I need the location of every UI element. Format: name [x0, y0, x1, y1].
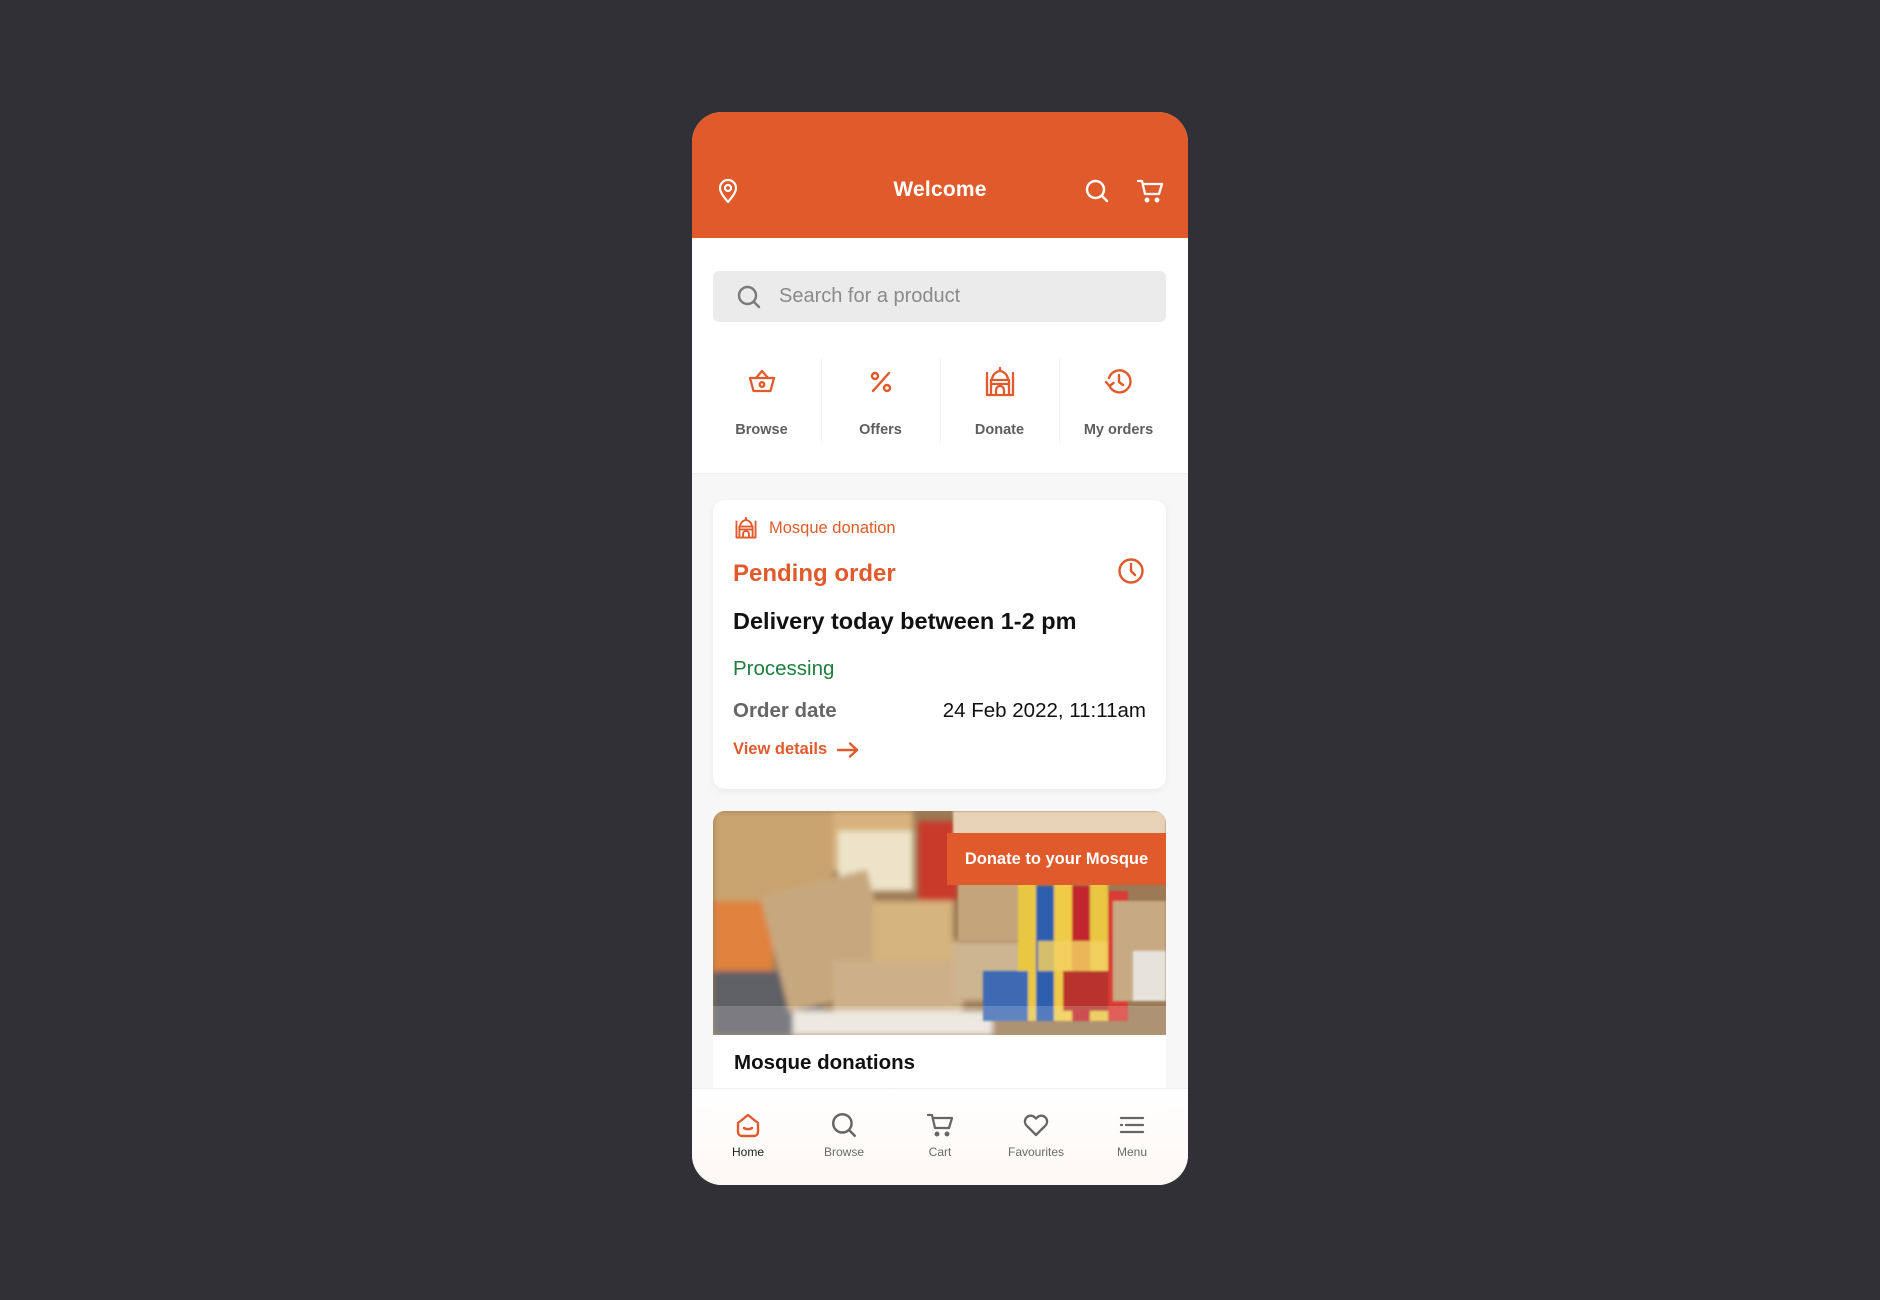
view-details-link[interactable]: View details [733, 740, 861, 759]
mosque-icon [733, 516, 759, 540]
quick-action-label: Donate [974, 422, 1025, 438]
pending-order-card[interactable]: Mosque donation Pending order Delivery t… [713, 500, 1166, 789]
view-details-label: View details [733, 740, 828, 758]
tab-label: Favourites [1007, 1145, 1065, 1159]
order-category: Mosque donation [733, 516, 896, 540]
top-section: Browse Offers [692, 238, 1188, 474]
order-date-label: Order date [733, 699, 837, 722]
tab-label: Browse [823, 1145, 864, 1159]
search-icon [829, 1110, 859, 1140]
basket-icon [744, 364, 780, 400]
order-title: Pending order [733, 560, 896, 587]
mosque-donation-promo[interactable]: Donate to your Mosque Mosque donations [713, 811, 1166, 1111]
menu-icon [1117, 1110, 1147, 1140]
tab-favourites[interactable]: Favourites [988, 1089, 1084, 1185]
quick-action-label: My orders [1083, 422, 1154, 438]
quick-action-label: Browse [735, 422, 788, 438]
home-icon [733, 1110, 763, 1140]
search-input[interactable] [779, 285, 1139, 308]
percent-icon [863, 364, 899, 400]
search-bar[interactable] [713, 271, 1166, 322]
tab-home[interactable]: Home [700, 1089, 796, 1185]
bottom-tab-bar: Home Browse Cart Favourites Menu [692, 1088, 1188, 1185]
order-status: Processing [733, 657, 835, 680]
delivery-window: Delivery today between 1-2 pm [733, 608, 1077, 634]
search-icon [735, 283, 763, 311]
cart-icon [925, 1110, 955, 1140]
quick-action-label: Offers [859, 422, 902, 438]
tab-menu[interactable]: Menu [1084, 1089, 1180, 1185]
cart-icon[interactable] [1136, 177, 1164, 205]
order-category-label: Mosque donation [769, 518, 896, 537]
page-title: Welcome [893, 178, 987, 201]
tab-browse[interactable]: Browse [796, 1089, 892, 1185]
search-icon[interactable] [1083, 177, 1111, 205]
app-header: Welcome [692, 112, 1188, 238]
quick-action-browse[interactable]: Browse [702, 348, 821, 458]
donation-boxes-image: Donate to your Mosque [713, 811, 1166, 1035]
quick-action-offers[interactable]: Offers [821, 348, 940, 458]
quick-action-donate[interactable]: Donate [940, 348, 1059, 458]
tab-label: Cart [928, 1145, 952, 1159]
promo-title: Mosque donations [734, 1051, 916, 1074]
order-date-value: 24 Feb 2022, 11:11am [942, 699, 1146, 722]
tab-cart[interactable]: Cart [892, 1089, 988, 1185]
arrow-right-icon [837, 741, 861, 759]
mosque-icon [982, 364, 1018, 400]
history-icon [1101, 364, 1137, 400]
quick-action-my-orders[interactable]: My orders [1059, 348, 1178, 458]
heart-icon [1021, 1110, 1051, 1140]
donate-to-mosque-tag[interactable]: Donate to your Mosque [947, 833, 1166, 885]
clock-icon [1116, 556, 1146, 586]
phone-screen: Welcome Search for a product Browse Offe… [692, 112, 1188, 1185]
tab-label: Menu [1116, 1145, 1148, 1159]
tab-label: Home [731, 1145, 764, 1159]
quick-actions: Browse Offers Donate My orders [702, 348, 1178, 458]
